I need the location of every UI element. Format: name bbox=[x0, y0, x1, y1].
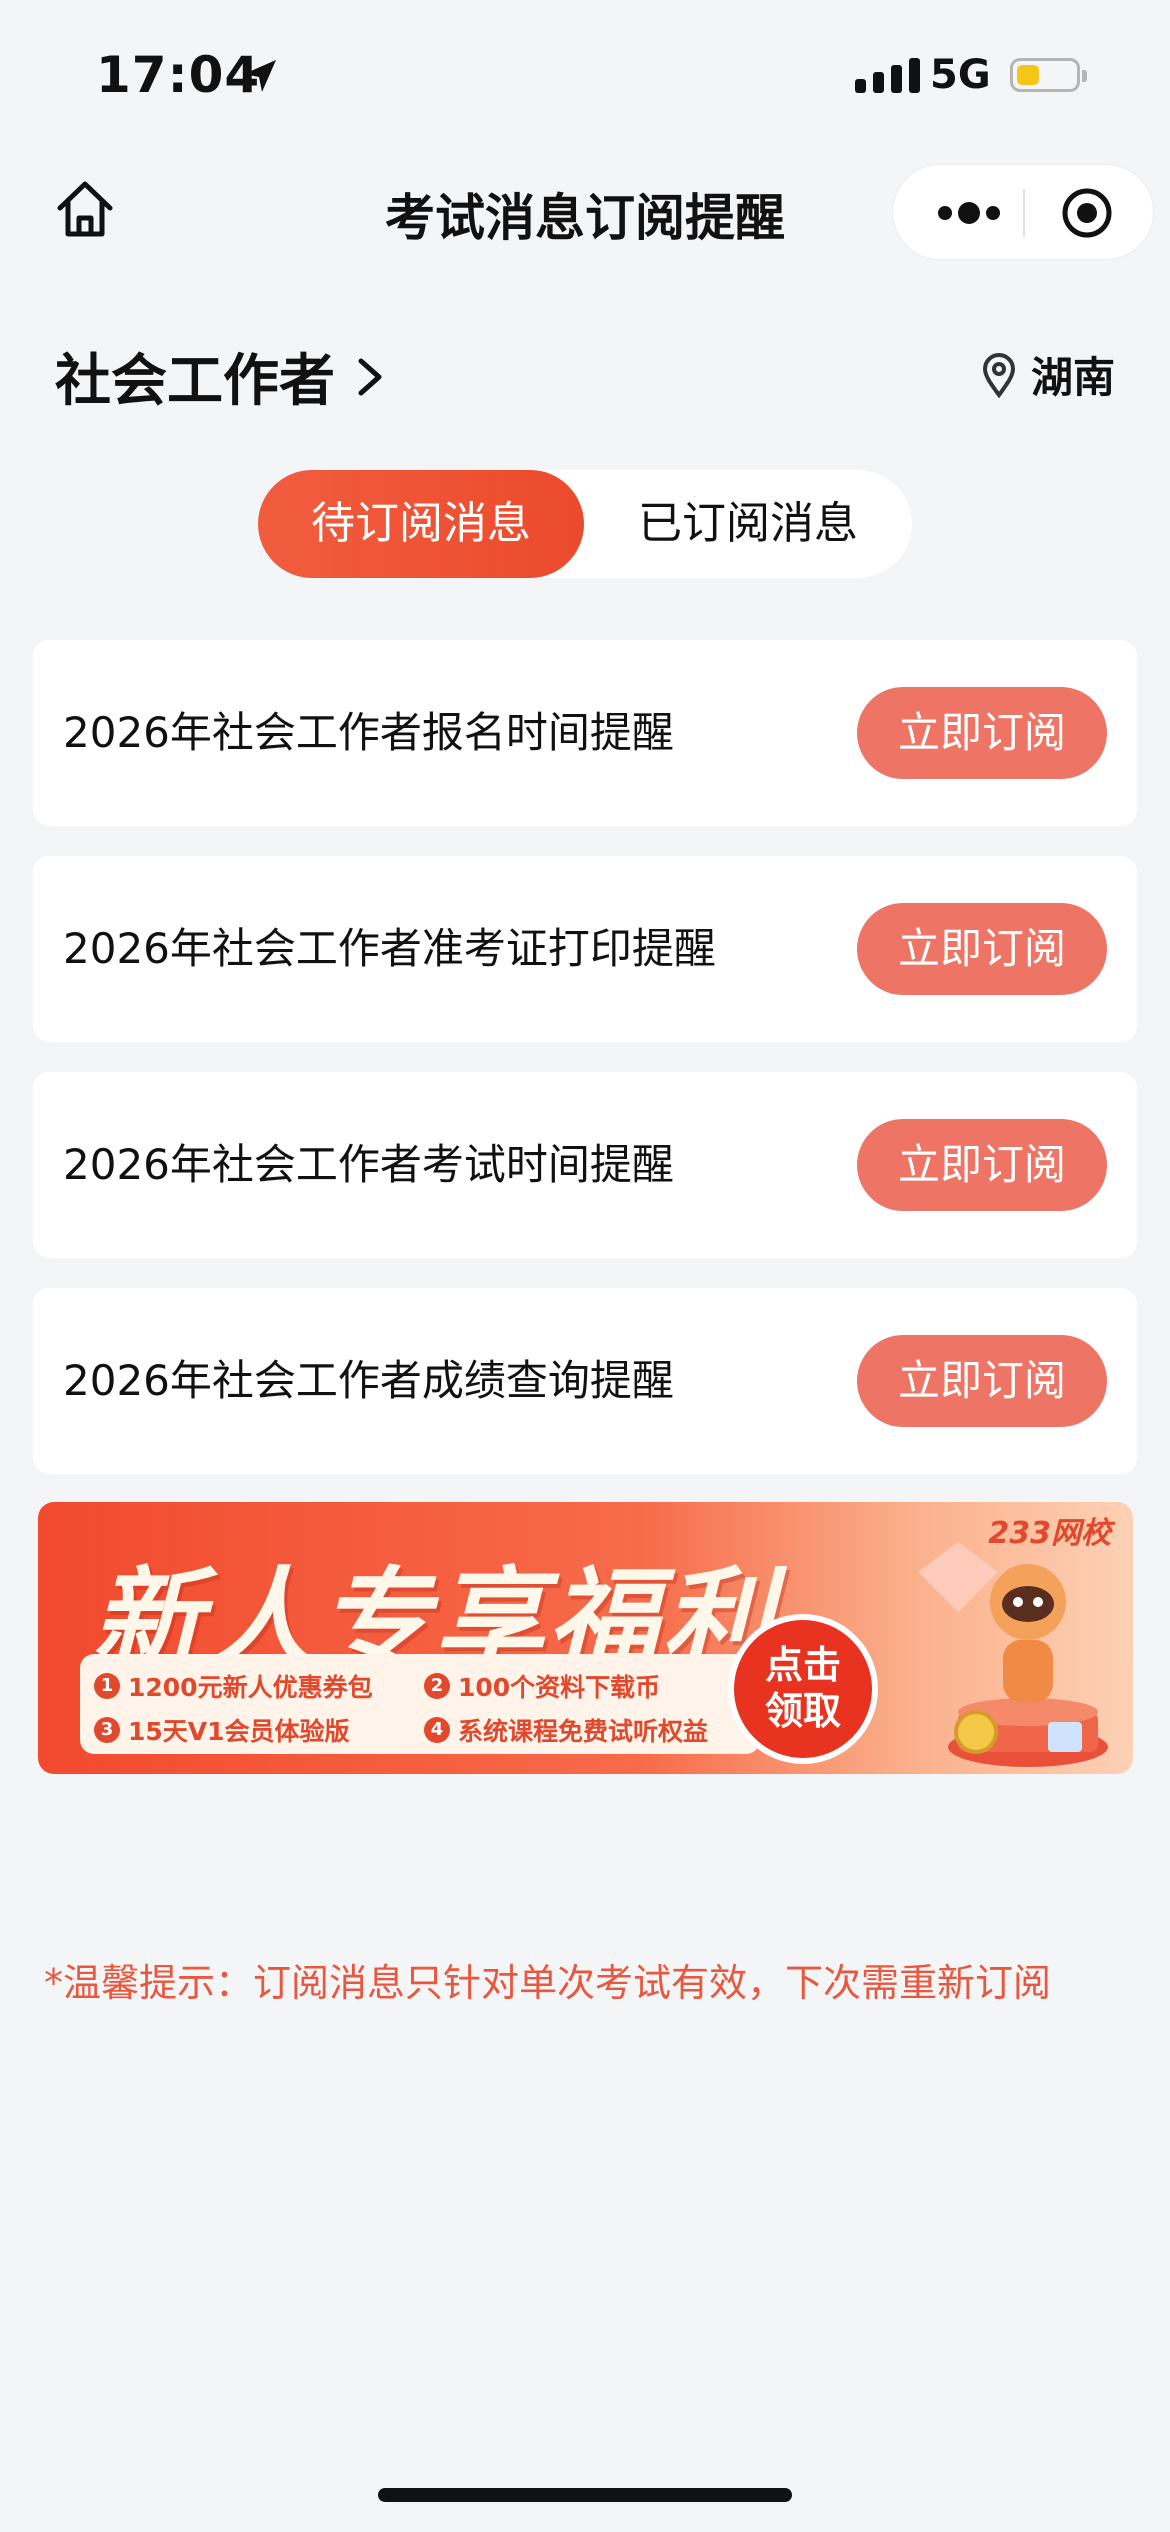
network-type: 5G bbox=[930, 52, 991, 98]
reminder-title: 2026年社会工作者准考证打印提醒 bbox=[63, 924, 716, 973]
status-bar: 17:04 5G bbox=[0, 0, 1170, 150]
tab-subscribed[interactable]: 已订阅消息 bbox=[584, 470, 912, 578]
region-label: 湖南 bbox=[1030, 353, 1115, 402]
perk-item: 4 系统课程免费试听权益 bbox=[424, 1712, 708, 1748]
reminder-card: 2026年社会工作者准考证打印提醒 立即订阅 bbox=[33, 856, 1137, 1042]
reminder-title: 2026年社会工作者考试时间提醒 bbox=[63, 1140, 674, 1189]
exam-selector[interactable]: 社会工作者 bbox=[55, 336, 387, 417]
tip-text: *温馨提示：订阅消息只针对单次考试有效，下次需重新订阅 bbox=[44, 1961, 1052, 2005]
navigation-bar: 考试消息订阅提醒 bbox=[0, 150, 1170, 280]
location-pin-icon bbox=[982, 352, 1015, 398]
exam-name: 社会工作者 bbox=[55, 349, 335, 414]
perk-list: 1 1200元新人优惠券包 2 100个资料下载币 3 15天V1会员体验版 4 系统课… bbox=[80, 1654, 760, 1754]
reminder-card: 2026年社会工作者考试时间提醒 立即订阅 bbox=[33, 1072, 1137, 1258]
mascot-illustration-icon bbox=[918, 1542, 1108, 1767]
subscribe-button[interactable]: 立即订阅 bbox=[857, 1335, 1107, 1427]
location-arrow-icon bbox=[244, 60, 276, 92]
reminder-title: 2026年社会工作者报名时间提醒 bbox=[63, 708, 674, 757]
tab-pending[interactable]: 待订阅消息 bbox=[258, 470, 584, 578]
perk-item: 2 100个资料下载币 bbox=[424, 1668, 660, 1704]
reminder-title: 2026年社会工作者成绩查询提醒 bbox=[63, 1356, 674, 1405]
status-time: 17:04 bbox=[96, 46, 261, 104]
subscribe-button[interactable]: 立即订阅 bbox=[857, 1119, 1107, 1211]
battery-icon bbox=[1010, 58, 1087, 92]
chevron-right-icon bbox=[358, 358, 382, 395]
subscribe-button[interactable]: 立即订阅 bbox=[857, 903, 1107, 995]
reminder-card: 2026年社会工作者报名时间提醒 立即订阅 bbox=[33, 640, 1137, 826]
perk-item: 3 15天V1会员体验版 bbox=[94, 1712, 350, 1748]
target-circle-icon[interactable] bbox=[1061, 187, 1113, 239]
promo-banner[interactable]: 新人专享福利 233网校 1 1200元新人优惠券包 2 100个资料下载币 3 15… bbox=[38, 1502, 1133, 1774]
region-selector[interactable]: 湖南 bbox=[981, 344, 1115, 405]
subscribe-button[interactable]: 立即订阅 bbox=[857, 687, 1107, 779]
reminder-card: 2026年社会工作者成绩查询提醒 立即订阅 bbox=[33, 1288, 1137, 1474]
home-indicator[interactable] bbox=[378, 2488, 792, 2502]
subscription-tabs: 待订阅消息 已订阅消息 bbox=[258, 470, 912, 578]
claim-button[interactable]: 点击 领取 bbox=[728, 1614, 878, 1764]
capsule-divider bbox=[1023, 189, 1025, 237]
mini-program-capsule bbox=[892, 164, 1154, 260]
cellular-signal-icon bbox=[855, 58, 920, 93]
perk-item: 1 1200元新人优惠券包 bbox=[94, 1668, 373, 1704]
more-dots-icon[interactable] bbox=[929, 193, 1009, 233]
